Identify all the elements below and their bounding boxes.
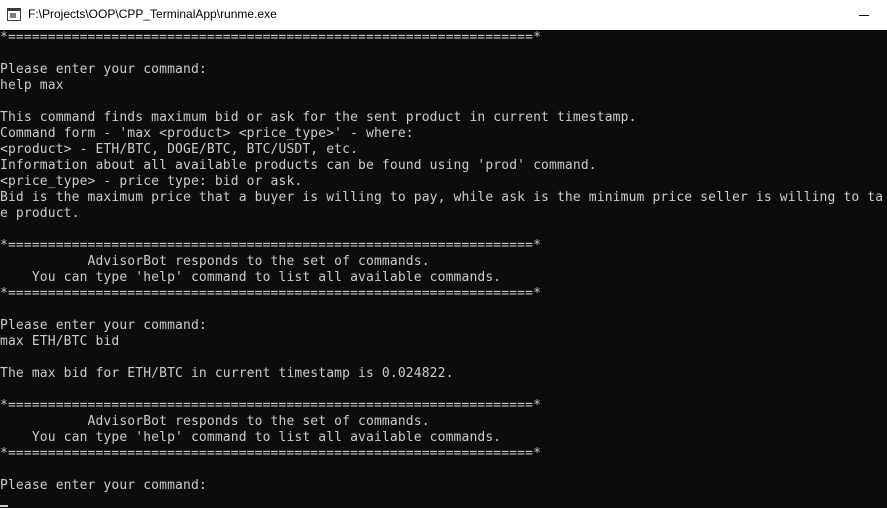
console-line: <product> - ETH/BTC, DOGE/BTC, BTC/USDT,… <box>0 142 359 157</box>
console-line: e product. <box>0 206 80 221</box>
console-line: The max bid for ETH/BTC in current times… <box>0 366 454 381</box>
console-app-icon[interactable] <box>7 8 21 21</box>
console-line: *=======================================… <box>0 30 542 45</box>
console-line: *=======================================… <box>0 398 542 413</box>
console-line: You can type 'help' command to list all … <box>0 430 502 445</box>
console-line: AdvisorBot responds to the set of comman… <box>0 254 430 269</box>
console-line: Please enter your command: <box>0 318 207 333</box>
console-line: This command finds maximum bid or ask fo… <box>0 110 637 125</box>
window-title: F:\Projects\OOP\CPP_TerminalApp\runme.ex… <box>28 7 277 21</box>
console-line: You can type 'help' command to list all … <box>0 270 502 285</box>
console-line: *=======================================… <box>0 238 542 253</box>
console-line: Command form - 'max <product> <price_typ… <box>0 126 414 141</box>
minimize-button[interactable] <box>841 0 887 30</box>
title-bar[interactable]: F:\Projects\OOP\CPP_TerminalApp\runme.ex… <box>0 0 887 30</box>
console-line: *=======================================… <box>0 286 542 301</box>
console-line: AdvisorBot responds to the set of comman… <box>0 414 430 429</box>
console-line: Please enter your command: <box>0 62 207 77</box>
console-line: Please enter your command: <box>0 478 207 493</box>
console-line: Information about all available products… <box>0 158 597 173</box>
console-line: <price_type> - price type: bid or ask. <box>0 174 303 189</box>
text-cursor <box>0 505 8 507</box>
console-line: help max <box>0 78 64 93</box>
console-line: *=======================================… <box>0 446 542 461</box>
console-line: Bid is the maximum price that a buyer is… <box>0 190 884 205</box>
console-output[interactable]: *=======================================… <box>0 30 887 508</box>
console-line: max ETH/BTC bid <box>0 334 120 349</box>
minimize-icon <box>859 14 869 16</box>
console-window: F:\Projects\OOP\CPP_TerminalApp\runme.ex… <box>0 0 887 508</box>
console-lines: *=======================================… <box>0 30 883 494</box>
